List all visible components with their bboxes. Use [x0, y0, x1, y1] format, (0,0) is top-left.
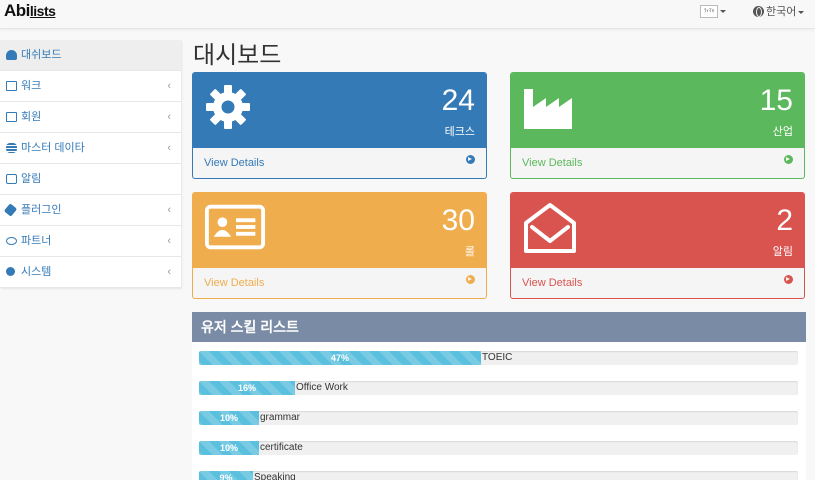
language-label: 한국어 [766, 6, 797, 18]
stat-count: 24 [441, 84, 475, 117]
arrow-circle-right-icon [466, 275, 475, 284]
view-details-link[interactable]: View Details [193, 148, 486, 178]
skill-percent: 47% [330, 353, 349, 363]
sidebar-item-plugins[interactable]: 플러그인 ‹ [0, 195, 181, 226]
handshake-icon [6, 237, 17, 245]
caret-down-icon [720, 10, 726, 13]
skill-row: 47% TOEIC [199, 351, 798, 365]
stat-panel-roles: 30 롤 View Details [192, 192, 487, 299]
plug-icon [3, 203, 18, 217]
sidebar-item-label: 마스터 데이타 [21, 142, 85, 154]
sidebar-item-label: 워크 [21, 80, 42, 92]
chevron-left-icon: ‹ [167, 80, 171, 92]
stat-panel-techs: 24 테크스 View Details [192, 72, 487, 179]
cubes-icon [6, 81, 17, 91]
gear-icon [206, 85, 250, 129]
sidebar-item-label: 대쉬보드 [21, 49, 62, 61]
arrow-circle-right-icon [466, 155, 475, 164]
sidebar-item-master-data[interactable]: 마스터 데이타 ‹ [0, 133, 181, 164]
sidebar-item-notifications[interactable]: 알림 [0, 164, 181, 195]
skill-name: Office Work [296, 382, 348, 393]
stat-label: 롤 [464, 246, 475, 258]
chevron-left-icon: ‹ [167, 111, 171, 123]
stat-panel-industry: 15 산업 View Details [510, 72, 805, 179]
top-navbar: Abilists ﾗｨﾏｮ 한국어 [0, 0, 815, 29]
sidebar-item-system[interactable]: 시스템 ‹ [0, 257, 181, 288]
profile-flag-dropdown[interactable]: ﾗｨﾏｮ [700, 5, 730, 23]
stat-count: 15 [759, 84, 793, 117]
stat-count: 30 [441, 204, 475, 237]
view-details-label: View Details [204, 157, 265, 169]
stat-count: 2 [776, 204, 793, 237]
database-icon [6, 143, 17, 153]
view-details-label: View Details [522, 157, 583, 169]
stat-label: 산업 [772, 126, 793, 138]
brand-logo[interactable]: Abilists [4, 1, 56, 21]
sidebar: 대쉬보드 워크 ‹ 회원 ‹ 마스터 데이타 ‹ 알림 플러그인 ‹ 파트너 ‹… [0, 40, 181, 288]
view-details-link[interactable]: View Details [193, 268, 486, 298]
globe-icon [753, 6, 764, 17]
brand-part-a: Abi [4, 1, 30, 20]
page-title: 대시보드 [193, 42, 282, 69]
skill-name: certificate [260, 442, 303, 453]
skill-name: grammar [260, 412, 301, 423]
skill-row: 10% certificate [199, 441, 798, 455]
skill-name: Speaking [254, 472, 296, 480]
view-details-label: View Details [522, 277, 583, 289]
skill-row: 16% Office Work [199, 381, 798, 395]
sidebar-item-dashboard[interactable]: 대쉬보드 [0, 40, 181, 71]
chevron-left-icon: ‹ [167, 204, 171, 216]
language-dropdown[interactable]: 한국어 [753, 3, 805, 19]
chevron-left-icon: ‹ [167, 142, 171, 154]
stat-panel-notifications: 2 알림 View Details [510, 192, 805, 299]
id-card-icon [6, 112, 17, 122]
arrow-circle-right-icon [784, 155, 793, 164]
sidebar-item-label: 플러그인 [21, 204, 62, 216]
skill-name: TOEIC [482, 352, 513, 363]
skill-percent: 9% [219, 473, 233, 480]
stat-label: 알림 [772, 246, 793, 258]
arrow-circle-right-icon [784, 275, 793, 284]
skill-percent: 16% [237, 383, 256, 393]
sidebar-item-label: 파트너 [21, 235, 52, 247]
view-details-label: View Details [204, 277, 265, 289]
chevron-left-icon: ‹ [167, 235, 171, 247]
skill-percent: 10% [219, 443, 238, 453]
sidebar-item-label: 알림 [21, 173, 42, 185]
envelope-open-icon [524, 203, 576, 253]
skill-list-title: 유저 스킬 리스트 [192, 312, 806, 342]
view-details-link[interactable]: View Details [511, 148, 804, 178]
stat-label: 테크스 [444, 126, 475, 138]
view-details-link[interactable]: View Details [511, 268, 804, 298]
skill-row: 9% Speaking [199, 471, 798, 480]
brand-part-b: lists [29, 3, 56, 19]
user-skill-list: 유저 스킬 리스트 47% TOEIC 16% Office Work 10% gramm… [192, 312, 806, 480]
sidebar-item-partners[interactable]: 파트너 ‹ [0, 226, 181, 257]
skill-percent: 10% [219, 413, 238, 423]
gear-icon [6, 267, 15, 276]
chevron-left-icon: ‹ [167, 266, 171, 278]
flag-icon: ﾗｨﾏｮ [700, 5, 718, 18]
sidebar-item-label: 회원 [21, 111, 42, 123]
sidebar-item-work[interactable]: 워크 ‹ [0, 71, 181, 102]
skill-row: 10% grammar [199, 411, 798, 425]
sidebar-item-members[interactable]: 회원 ‹ [0, 102, 181, 133]
envelope-open-icon [6, 174, 17, 184]
industry-icon [524, 89, 572, 129]
id-card-icon [204, 204, 266, 250]
dashboard-icon [6, 50, 17, 60]
sidebar-item-label: 시스템 [21, 266, 52, 278]
caret-down-icon [798, 10, 805, 14]
